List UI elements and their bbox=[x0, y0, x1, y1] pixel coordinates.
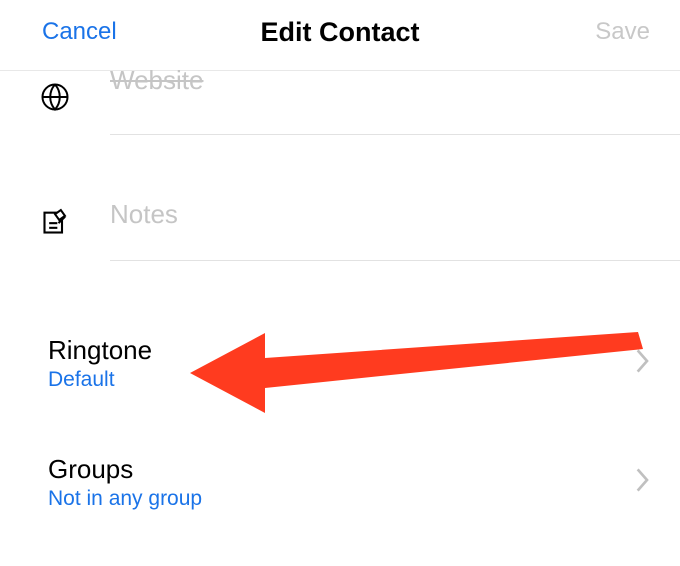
notes-field-row[interactable]: Notes bbox=[0, 183, 680, 261]
globe-icon bbox=[40, 82, 70, 112]
website-field-row[interactable]: Website bbox=[0, 59, 680, 135]
groups-value: Not in any group bbox=[48, 487, 202, 511]
website-input-area[interactable]: Website bbox=[110, 59, 680, 135]
website-placeholder: Website bbox=[110, 65, 203, 95]
chevron-right-icon bbox=[636, 468, 650, 497]
content-area: Website Notes Ringtone Default bbox=[0, 59, 680, 529]
notes-input-area[interactable]: Notes bbox=[110, 183, 680, 261]
page-title: Edit Contact bbox=[261, 17, 420, 48]
cancel-button[interactable]: Cancel bbox=[42, 18, 117, 46]
groups-text: Groups Not in any group bbox=[48, 454, 202, 511]
notes-placeholder: Notes bbox=[110, 199, 178, 229]
ringtone-value: Default bbox=[48, 368, 152, 392]
notes-icon bbox=[40, 207, 70, 237]
groups-title: Groups bbox=[48, 454, 202, 485]
ringtone-row[interactable]: Ringtone Default bbox=[0, 317, 680, 410]
ringtone-text: Ringtone Default bbox=[48, 335, 152, 392]
save-button[interactable]: Save bbox=[595, 18, 650, 46]
chevron-right-icon bbox=[636, 349, 650, 378]
ringtone-title: Ringtone bbox=[48, 335, 152, 366]
groups-row[interactable]: Groups Not in any group bbox=[0, 436, 680, 529]
